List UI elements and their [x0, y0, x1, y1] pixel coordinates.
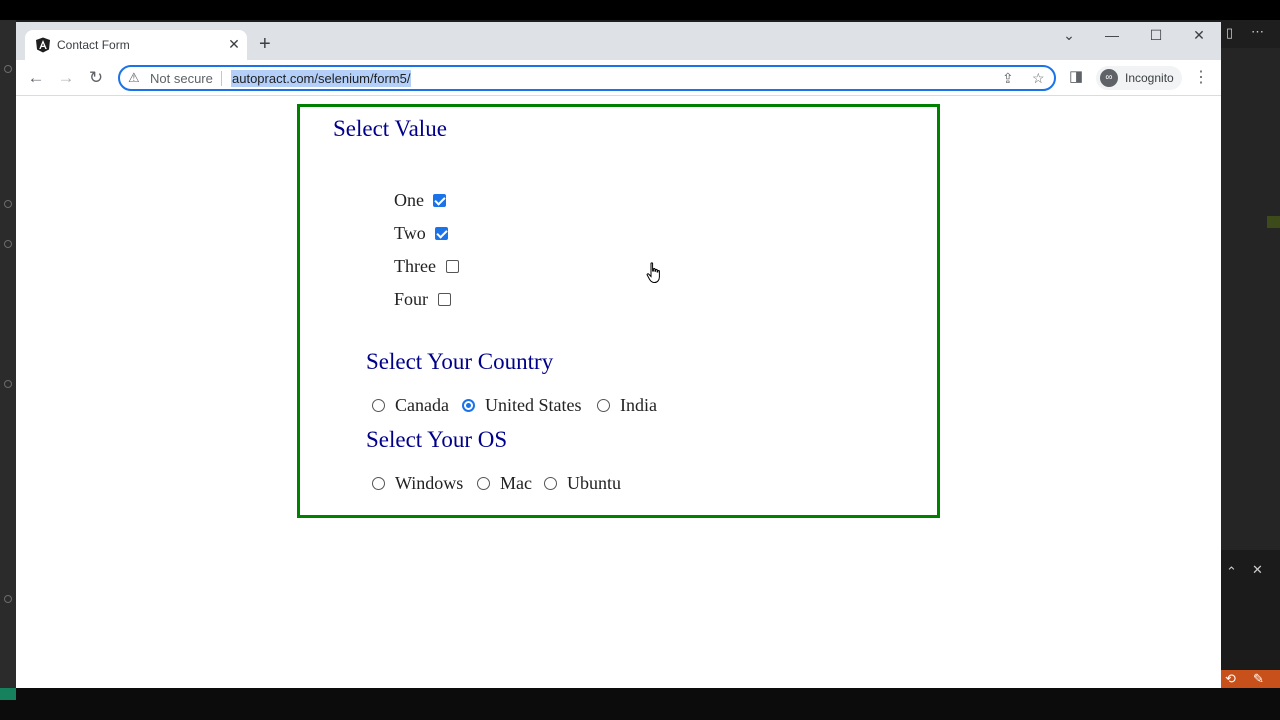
radio-ubuntu[interactable]: [544, 477, 557, 490]
checkbox-two[interactable]: [435, 227, 448, 240]
back-button[interactable]: ←: [25, 67, 47, 89]
editor-terminal-area: ⌃ ✕: [1221, 550, 1280, 675]
forward-button[interactable]: →: [55, 67, 77, 89]
radio-windows[interactable]: [372, 477, 385, 490]
radio-label-windows: Windows: [395, 473, 464, 493]
radio-canada[interactable]: [372, 399, 385, 412]
activity-icon: [4, 65, 12, 73]
address-bar[interactable]: ⚠ Not secure autopract.com/selenium/form…: [118, 65, 1056, 91]
close-tab-icon[interactable]: ✕: [226, 36, 242, 52]
remote-icon[interactable]: ⟲: [1225, 671, 1236, 687]
tab-title: Contact Form: [57, 38, 130, 52]
radio-label-india: India: [620, 395, 657, 415]
activity-icon: [4, 380, 12, 388]
new-tab-button[interactable]: +: [259, 34, 271, 54]
editor-panel-header: ▯ ⋯: [1221, 20, 1280, 48]
bell-icon[interactable]: ✎: [1253, 671, 1264, 687]
chevron-up-icon[interactable]: ⌃: [1226, 564, 1237, 580]
split-editor-icon[interactable]: ▯: [1226, 25, 1233, 41]
checkbox-label-one: One: [394, 190, 424, 210]
tab-contact-form[interactable]: Contact Form ✕: [25, 30, 247, 60]
maximize-button[interactable]: ☐: [1146, 27, 1166, 44]
radio-india[interactable]: [597, 399, 610, 412]
close-icon[interactable]: ✕: [1252, 562, 1263, 578]
select-country-heading: Select Your Country: [366, 349, 554, 374]
minimize-button[interactable]: —: [1102, 27, 1122, 43]
activity-icon: [4, 200, 12, 208]
browser-window: Contact Form ✕ + ⌄ — ☐ ✕ ← → ↻ ⚠ Not sec…: [16, 22, 1221, 688]
incognito-chip[interactable]: ∞ Incognito: [1096, 66, 1182, 90]
browser-toolbar: ← → ↻ ⚠ Not secure autopract.com/seleniu…: [16, 60, 1221, 96]
radio-mac[interactable]: [477, 477, 490, 490]
incognito-label: Incognito: [1125, 71, 1174, 85]
warning-icon[interactable]: ⚠: [128, 70, 140, 86]
radio-label-mac: Mac: [500, 473, 532, 493]
url-text[interactable]: autopract.com/selenium/form5/: [231, 70, 412, 87]
activity-icon: [4, 240, 12, 248]
editor-side-panel: ▯ ⋯ ⌃ ✕ ⟲ ✎: [1221, 20, 1280, 700]
security-chip[interactable]: Not secure: [150, 71, 213, 86]
radio-label-canada: Canada: [395, 395, 449, 415]
minimap-marker: [1267, 216, 1280, 228]
radio-united-states[interactable]: [462, 399, 475, 412]
omnibox-separator: [221, 71, 222, 86]
status-bar-remote: ⟲ ✎: [1221, 670, 1280, 688]
select-value-heading: Select Value: [333, 116, 447, 141]
more-actions-icon[interactable]: ⋯: [1251, 24, 1264, 40]
share-icon[interactable]: ⇪: [1002, 70, 1014, 87]
star-icon[interactable]: ☆: [1032, 70, 1045, 87]
radio-label-ubuntu: Ubuntu: [567, 473, 621, 493]
checkbox-three[interactable]: [446, 260, 459, 273]
form-container: Select Value One Two Three Four Select Y…: [297, 104, 940, 518]
checkbox-label-three: Three: [394, 256, 436, 276]
incognito-icon: ∞: [1100, 69, 1118, 87]
checkbox-four[interactable]: [438, 293, 451, 306]
taskbar: [0, 688, 1280, 720]
checkbox-label-four: Four: [394, 289, 429, 309]
checkbox-one[interactable]: [433, 194, 446, 207]
checkbox-label-two: Two: [394, 223, 426, 243]
tab-strip: Contact Form ✕ + ⌄ — ☐ ✕: [16, 22, 1221, 60]
reload-button[interactable]: ↻: [85, 67, 107, 89]
angular-logo-icon: [36, 37, 50, 53]
side-panel-icon[interactable]: ◨: [1069, 67, 1083, 85]
status-bar-indicator: [0, 688, 16, 700]
select-os-heading: Select Your OS: [366, 427, 508, 452]
activity-icon: [4, 595, 12, 603]
close-window-button[interactable]: ✕: [1189, 27, 1209, 44]
kebab-menu-icon[interactable]: ⋮: [1193, 67, 1209, 87]
desktop-top-strip: [0, 0, 1280, 20]
hand-cursor-icon: [646, 262, 660, 284]
page-content: Select Value One Two Three Four Select Y…: [16, 97, 1221, 688]
radio-label-united-states: United States: [485, 395, 582, 415]
editor-activity-bar: [0, 20, 16, 700]
tab-search-icon[interactable]: ⌄: [1059, 27, 1079, 44]
